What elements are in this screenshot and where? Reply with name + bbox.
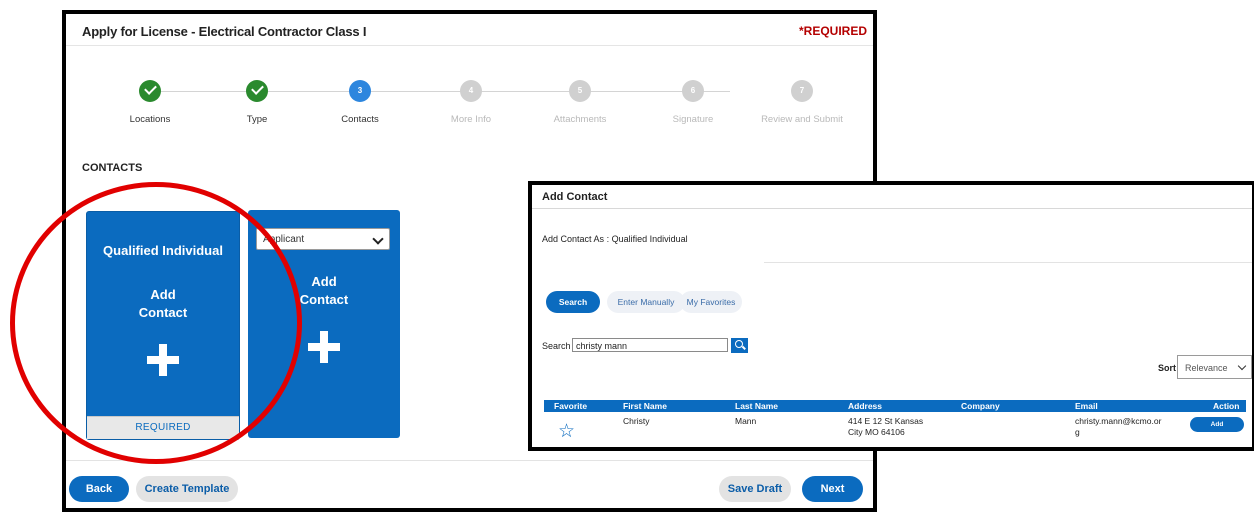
sort-select-value: Relevance <box>1185 363 1228 373</box>
address-cell-line2: City MO 64106 <box>848 427 905 437</box>
step-more-info: 4 More Info <box>411 80 531 125</box>
add-contact-label-line1: Add <box>150 287 176 302</box>
add-contact-label: Add Contact <box>87 286 239 322</box>
step-label: Review and Submit <box>761 114 843 125</box>
add-contact-as-value: : Qualified Individual <box>606 234 688 244</box>
page-title: Apply for License - Electrical Contracto… <box>82 24 367 39</box>
table-row: ☆ Christy Mann 414 E 12 St Kansas City M… <box>544 413 1246 447</box>
step-label: Type <box>246 114 268 125</box>
check-icon <box>246 80 268 102</box>
section-heading: CONTACTS <box>82 162 143 174</box>
divider <box>66 460 873 461</box>
address-cell-line1: 414 E 12 St Kansas <box>848 416 924 426</box>
plus-icon <box>308 331 340 363</box>
email-cell-line2: g <box>1075 427 1080 437</box>
step-number: 7 <box>791 80 813 102</box>
step-number: 6 <box>682 80 704 102</box>
required-label: REQUIRED <box>87 416 239 439</box>
add-contact-as-label: Add Contact As <box>542 234 605 244</box>
step-review-and-submit: 7 Review and Submit <box>742 80 862 125</box>
add-contact-label: Add Contact <box>248 273 400 309</box>
search-button[interactable] <box>731 338 748 353</box>
step-label: Locations <box>129 114 171 125</box>
add-contact-label-line2: Contact <box>138 305 188 320</box>
step-number: 4 <box>460 80 482 102</box>
last-name-cell: Mann <box>735 416 757 426</box>
column-header: Action <box>1213 401 1240 411</box>
sort-select[interactable]: Relevance <box>1177 355 1252 379</box>
add-contact-dialog: Add Contact Add Contact As : Qualified I… <box>528 181 1254 451</box>
add-contact-label-line2: Contact <box>299 292 349 307</box>
divider <box>532 208 1252 209</box>
column-header: Last Name <box>735 401 778 411</box>
step-label: More Info <box>450 114 492 125</box>
qualified-individual-add-contact-card[interactable]: Qualified Individual Add Contact REQUIRE… <box>86 211 240 440</box>
dialog-title: Add Contact <box>542 191 608 203</box>
tab-enter-manually[interactable]: Enter Manually <box>607 291 685 313</box>
step-label: Contacts <box>341 114 379 125</box>
step-number: 3 <box>349 80 371 102</box>
step-type[interactable]: Type <box>197 80 317 125</box>
tab-my-favorites[interactable]: My Favorites <box>680 291 742 313</box>
tab-search[interactable]: Search <box>546 291 600 313</box>
required-note: *REQUIRED <box>798 24 867 38</box>
step-label: Signature <box>672 114 714 125</box>
add-contact-label-line1: Add <box>311 274 337 289</box>
first-name-cell: Christy <box>623 416 650 426</box>
step-number: 5 <box>569 80 591 102</box>
step-label: Attachments <box>553 114 607 125</box>
plus-icon <box>147 344 179 376</box>
favorite-star-icon[interactable]: ☆ <box>558 422 575 441</box>
applicant-add-contact-card[interactable]: Applicant Add Contact <box>248 210 400 438</box>
step-attachments: 5 Attachments <box>520 80 640 125</box>
card-title: Qualified Individual <box>103 243 223 258</box>
search-icon <box>735 340 743 348</box>
chevron-down-icon <box>372 233 384 245</box>
step-contacts[interactable]: 3 Contacts <box>300 80 420 125</box>
divider <box>764 262 1252 263</box>
search-label: Search <box>542 341 571 351</box>
results-table-header: Favorite First Name Last Name Address Co… <box>544 400 1246 412</box>
column-header: Company <box>961 401 1000 411</box>
contact-type-select[interactable]: Applicant <box>256 228 390 250</box>
sort-label: Sort <box>1158 363 1176 373</box>
step-locations[interactable]: Locations <box>90 80 210 125</box>
email-cell-line1: christy.mann@kcmo.or <box>1075 416 1162 426</box>
add-contact-as: Add Contact As : Qualified Individual <box>542 234 688 244</box>
add-contact-row-button[interactable]: Add <box>1190 417 1244 432</box>
check-icon <box>139 80 161 102</box>
column-header: Email <box>1075 401 1098 411</box>
back-button[interactable]: Back <box>69 476 129 502</box>
contact-type-select-value: Applicant <box>263 234 305 245</box>
column-header: First Name <box>623 401 667 411</box>
progress-stepper: Locations Type 3 Contacts 4 More Info 5 … <box>66 80 873 140</box>
column-header: Address <box>848 401 883 411</box>
step-signature: 6 Signature <box>633 80 753 125</box>
save-draft-button[interactable]: Save Draft <box>719 476 791 502</box>
column-header: Favorite <box>554 401 588 411</box>
search-input[interactable]: christy mann <box>572 338 728 352</box>
next-button[interactable]: Next <box>802 476 863 502</box>
divider <box>66 45 873 46</box>
chevron-down-icon <box>1237 361 1247 371</box>
create-template-button[interactable]: Create Template <box>136 476 238 502</box>
